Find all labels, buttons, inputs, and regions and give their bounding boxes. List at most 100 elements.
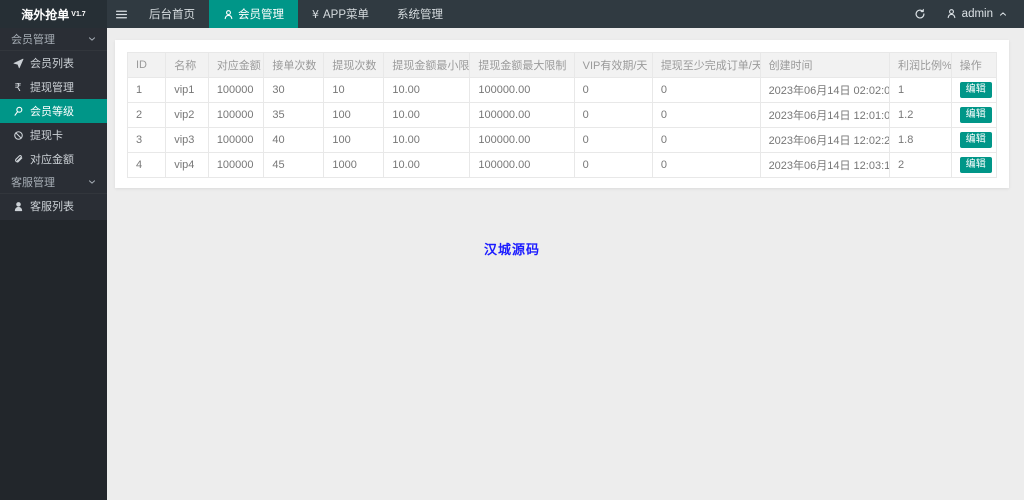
column-header: ID [126,52,167,78]
nav-item-app-menu[interactable]: ¥ APP菜单 [298,0,383,28]
table-cell: 1 [126,77,167,103]
table-cell: 0 [573,77,653,103]
sidebar-item-member-list[interactable]: 会员列表 [0,51,107,75]
nav-item-label: APP菜单 [323,9,370,21]
table-cell: 2023年06月14日 12:02:27 [759,127,891,153]
sidebar-item-withdraw-card[interactable]: 提现卡 [0,123,107,147]
table-cell: 100000.00 [469,127,575,153]
table-cell: vip2 [165,102,209,128]
table-cell: 100000.00 [469,102,575,128]
column-header: 利润比例% [889,52,952,78]
table-cell: 0 [651,152,761,178]
table-cell: 10.00 [383,127,471,153]
table-cell: 0 [651,77,761,103]
nav-item-system[interactable]: 系统管理 [383,0,457,28]
user-icon [223,9,234,20]
sidebar-section-service-manage[interactable]: 客服管理 [0,171,107,194]
actions-cell: 编辑 [950,127,998,153]
column-header: 提现金额最大限制 [469,52,575,78]
nav-item-home[interactable]: 后台首页 [135,0,209,28]
table-cell: 2 [889,152,952,178]
chevron-down-icon [87,33,97,45]
app-version: V1.7 [71,10,86,18]
column-header: 对应金额 [207,52,265,78]
sidebar-section-label: 会员管理 [11,34,55,46]
table-cell: 45 [263,152,325,178]
send-icon [12,58,24,69]
paperclip-icon [12,154,24,165]
table-cell: 100000 [207,102,265,128]
column-header: 接单次数 [263,52,325,78]
sidebar-section-member-manage[interactable]: 会员管理 [0,28,107,51]
table-cell: 10 [323,77,385,103]
user-icon [946,8,957,20]
table-cell: vip1 [165,77,209,103]
sidebar-item-member-level[interactable]: 会员等级 [0,99,107,123]
topbar: 海外抢单 V1.7 后台首页 会员管理 ¥ APP菜单 系统管理 admin [0,0,1024,28]
rupee-icon: ₹ [14,80,22,94]
topbar-right: admin [914,0,1024,28]
table-cell: 2023年06月14日 02:02:02 [759,77,891,103]
table-cell: 0 [573,127,653,153]
table-cell: 100 [323,102,385,128]
watermark-link[interactable]: 汉城源码 [484,239,540,258]
table-cell: 0 [573,152,653,178]
table-cell: 100000 [207,77,265,103]
sidebar-item-withdraw-manage[interactable]: ₹ 提现管理 [0,75,107,99]
sidebar-item-label: 提现管理 [30,82,74,94]
table-header-row: ID名称对应金额接单次数提现次数提现金额最小限制提现金额最大限制VIP有效期/天… [126,52,998,78]
column-header: VIP有效期/天 [573,52,653,78]
table-cell: 100000.00 [469,152,575,178]
table-cell: 10.00 [383,77,471,103]
column-header: 创建时间 [759,52,891,78]
sidebar-item-label: 提现卡 [30,130,63,142]
nav-item-members[interactable]: 会员管理 [209,0,298,28]
table-cell: 1000 [323,152,385,178]
person-icon [12,201,24,212]
table-cell: 100000 [207,152,265,178]
edit-button[interactable]: 编辑 [959,82,992,98]
table-cell: 10.00 [383,102,471,128]
level-icon [12,106,24,117]
table-cell: vip4 [165,152,209,178]
table-cell: 0 [651,102,761,128]
sidebar-menu: 会员管理会员列表 ₹ 提现管理会员等级提现卡对应金额客服管理客服列表 [0,28,107,220]
table-cell: 10.00 [383,152,471,178]
sidebar-item-service-list[interactable]: 客服列表 [0,194,107,218]
column-header: 名称 [165,52,209,78]
nav-item-label: 会员管理 [238,9,284,21]
table-body: 1 vip1 100000 30 10 10.00 100000.00 0 0 2023年06月1… [126,77,998,178]
table-card: ID名称对应金额接单次数提现次数提现金额最小限制提现金额最大限制VIP有效期/天… [115,40,1009,188]
main-content: ID名称对应金额接单次数提现次数提现金额最小限制提现金额最大限制VIP有效期/天… [107,28,1024,500]
sidebar-section-label: 客服管理 [11,177,55,189]
table-cell: 3 [126,127,167,153]
table-cell: 40 [263,127,325,153]
refresh-icon[interactable] [914,8,926,20]
table-cell: 0 [651,127,761,153]
sidebar-item-amount-map[interactable]: 对应金额 [0,147,107,171]
edit-button[interactable]: 编辑 [959,132,992,148]
actions-cell: 编辑 [950,102,998,128]
sidebar-item-label: 会员列表 [30,58,74,70]
hamburger-icon[interactable] [107,0,135,28]
nav-item-label: 后台首页 [149,9,195,21]
admin-username: admin [961,8,993,20]
table-cell: vip3 [165,127,209,153]
edit-button[interactable]: 编辑 [959,157,992,173]
table-row: 4 vip4 100000 45 1000 10.00 100000.00 0 0 2023年06… [126,152,998,178]
yen-icon: ¥ [312,7,319,21]
edit-button[interactable]: 编辑 [959,107,992,123]
column-header: 提现至少完成订单/天 [651,52,761,78]
table-row: 1 vip1 100000 30 10 10.00 100000.00 0 0 2023年06月1… [126,77,998,103]
sidebar-item-label: 客服列表 [30,201,74,213]
column-header: 提现次数 [323,52,385,78]
chevron-down-icon [87,176,97,188]
table-row: 2 vip2 100000 35 100 10.00 100000.00 0 0 2023年06月… [126,102,998,128]
sidebar-item-label: 会员等级 [30,106,74,118]
table-cell: 100000.00 [469,77,575,103]
table-cell: 100 [323,127,385,153]
admin-dropdown[interactable]: admin [946,8,1008,20]
top-nav: 后台首页 会员管理 ¥ APP菜单 系统管理 [135,0,457,28]
table-cell: 2023年06月14日 12:03:10 [759,152,891,178]
actions-cell: 编辑 [950,152,998,178]
